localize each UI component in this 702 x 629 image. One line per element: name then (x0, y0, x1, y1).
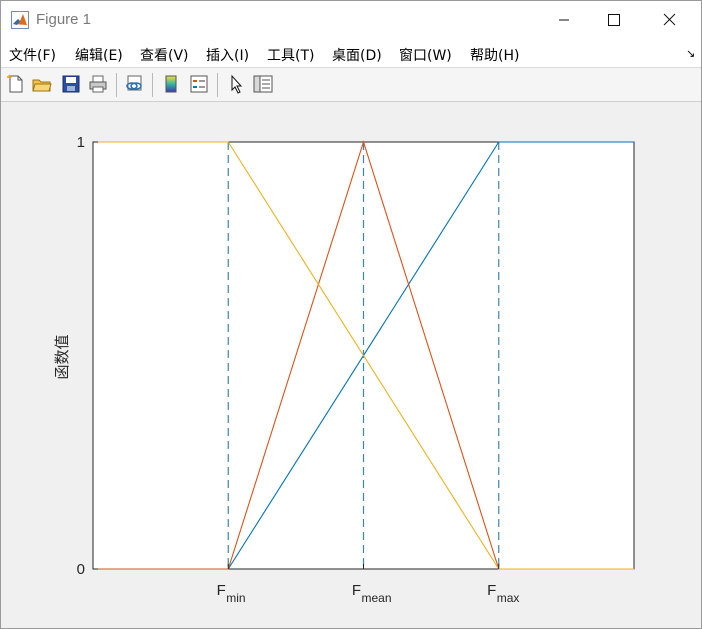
title-bar[interactable]: Figure 1 (1, 1, 701, 39)
toolbar-separator (217, 73, 218, 97)
window-title: Figure 1 (36, 11, 92, 28)
menu-bar: 文件(F) 编辑(E) 查看(V) 插入(I) 工具(T) 桌面(D) 窗口(W… (1, 39, 701, 67)
save-icon[interactable] (61, 74, 81, 94)
x-tick-label-min: F (217, 582, 226, 599)
figure-toolbar (1, 67, 701, 102)
menu-desktop[interactable]: 桌面(D) (332, 45, 382, 65)
menu-edit[interactable]: 编辑(E) (75, 45, 123, 65)
menu-view[interactable]: 查看(V) (140, 45, 189, 65)
x-tick-label-max: F (487, 582, 496, 599)
maximize-button[interactable] (591, 1, 637, 39)
new-figure-icon[interactable] (6, 74, 26, 94)
insert-legend-icon[interactable] (189, 74, 209, 94)
close-icon (663, 13, 676, 26)
x-tick-subscript-max: max (497, 591, 520, 605)
toolbar-separator (152, 73, 153, 97)
x-tick-label-mean: F (352, 582, 361, 599)
menu-expand-icon[interactable]: ↘ (686, 47, 695, 60)
open-folder-icon[interactable] (32, 74, 52, 94)
figure-window: Figure 1 文件(F) 编辑(E) 查看(V) 插入(I) 工具(T) 桌… (0, 0, 702, 629)
maximize-icon (608, 14, 620, 26)
y-axis-label: 函数值 (53, 334, 71, 379)
property-inspector-icon[interactable] (253, 74, 273, 94)
y-tick-label: 0 (77, 561, 85, 578)
edit-plot-arrow-icon[interactable] (227, 74, 247, 94)
menu-window[interactable]: 窗口(W) (399, 45, 452, 65)
menu-help[interactable]: 帮助(H) (470, 45, 519, 65)
toolbar-separator (116, 73, 117, 97)
close-button[interactable] (646, 1, 692, 39)
menu-tools[interactable]: 工具(T) (267, 45, 314, 65)
x-tick-subscript-min: min (226, 591, 245, 605)
menu-insert[interactable]: 插入(I) (206, 45, 249, 65)
figure-canvas: 01 Fmin Fmean Fmax 函数值 (1, 102, 701, 628)
y-tick-label: 1 (77, 134, 85, 151)
minimize-icon (559, 19, 569, 21)
menu-file[interactable]: 文件(F) (9, 45, 56, 65)
link-plot-icon[interactable] (124, 74, 144, 94)
insert-colorbar-icon[interactable] (161, 74, 181, 94)
x-tick-subscript-mean: mean (362, 591, 392, 605)
plot-axes[interactable]: 01 Fmin Fmean Fmax 函数值 (1, 102, 701, 628)
matlab-logo-icon (11, 11, 29, 29)
minimize-button[interactable] (541, 1, 587, 39)
print-icon[interactable] (88, 74, 108, 94)
